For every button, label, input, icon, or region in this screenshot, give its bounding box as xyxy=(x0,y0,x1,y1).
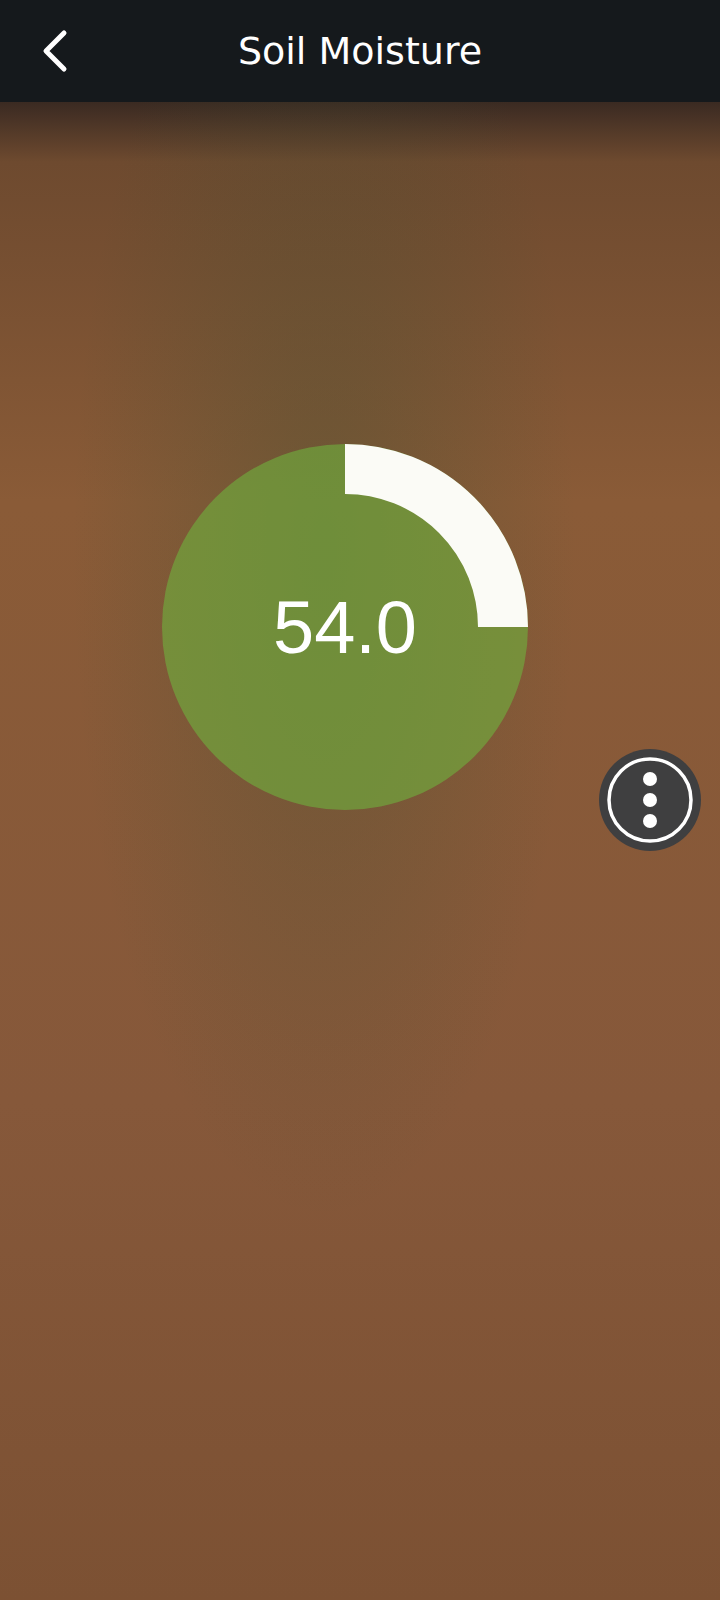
camera-photo: 54.0 xyxy=(0,102,720,1600)
more-dots-icon xyxy=(598,748,702,852)
back-arrow-icon xyxy=(38,29,72,73)
back-button[interactable] xyxy=(0,29,110,73)
screen-title: Soil Moisture xyxy=(110,29,610,73)
more-menu-button[interactable] xyxy=(598,748,702,852)
moisture-gauge: 54.0 xyxy=(160,442,530,812)
gauge-value: 54.0 xyxy=(160,442,530,812)
soil-moisture-screen: Soil Moisture 54.0 xyxy=(0,0,720,1600)
top-bar: Soil Moisture xyxy=(0,0,720,102)
